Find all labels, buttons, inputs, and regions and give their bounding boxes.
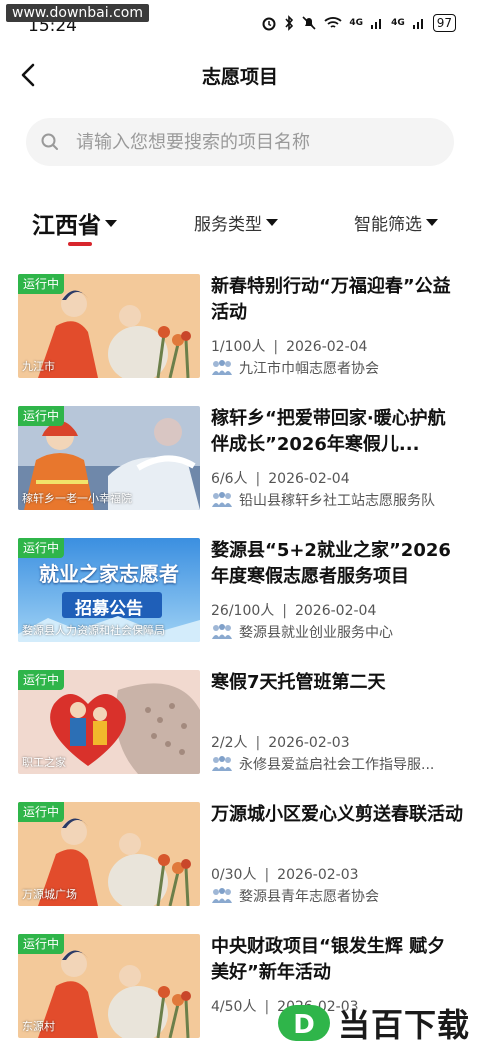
org-name: 婺源县就业创业服务中心 <box>239 625 393 641</box>
participant-count: 4/50人 <box>211 999 257 1015</box>
project-meta: 1/100人 | 2026-02-04 <box>211 339 368 355</box>
project-date: 2026-02-03 <box>268 735 350 751</box>
filter-service-type-label: 服务类型 <box>194 215 262 235</box>
org-name: 铅山县稼轩乡社工站志愿服务队 <box>239 493 435 509</box>
filter-smart-label: 智能筛选 <box>354 215 422 235</box>
project-org: 婺源县青年志愿者协会 <box>211 886 469 906</box>
caret-down-icon <box>266 219 278 226</box>
thumbnail-location: 婺源县人力资源和社会保障局 <box>22 624 165 637</box>
project-org: 永修县爱益启社会工作指导服... <box>211 754 469 774</box>
page-title: 志愿项目 <box>201 66 278 88</box>
participant-count: 2/2人 <box>211 735 248 751</box>
active-filter-underline <box>68 242 92 246</box>
volunteer-group-icon <box>212 756 232 771</box>
project-date: 2026-02-04 <box>268 471 350 487</box>
project-title: 婺源县“5+2就业之家”2026年度寒假志愿者服务项目 <box>211 540 451 587</box>
thumbnail-location: 万源城广场 <box>22 888 77 901</box>
search-bar[interactable] <box>26 118 454 166</box>
project-item[interactable]: 运行中 九江市 新春特别行动“万福迎春”公益活动 1/100人 | 2026-02-… <box>0 274 480 394</box>
project-title: 新春特别行动“万福迎春”公益活动 <box>211 276 451 323</box>
project-date: 2026-02-03 <box>277 867 359 883</box>
volunteer-group-icon <box>212 624 232 639</box>
thumbnail-location: 东源村 <box>22 1020 55 1033</box>
thumbnail-location: 职工之家 <box>22 756 66 769</box>
brand-text: 当百下载 <box>337 1006 470 1044</box>
filter-region[interactable]: 江西省 <box>32 206 117 240</box>
brand-logo-icon: D <box>277 1005 330 1041</box>
participant-count: 6/6人 <box>211 471 248 487</box>
brand-watermark: D 当百下载 <box>276 1000 470 1046</box>
project-title: 寒假7天托管班第二天 <box>211 672 386 693</box>
project-date: 2026-02-04 <box>294 603 377 619</box>
project-title: 万源城小区爱心义剪送春联活动 <box>211 804 463 825</box>
wifi-icon <box>324 17 343 28</box>
filter-service-type[interactable]: 服务类型 <box>194 210 278 235</box>
filter-bar: 江西省 服务类型 智能筛选 <box>0 200 480 250</box>
org-name: 婺源县青年志愿者协会 <box>239 889 379 905</box>
thumbnail-location: 稼轩乡一老一小幸福院 <box>22 492 132 505</box>
battery-indicator: 97 <box>432 14 456 32</box>
status-badge: 运行中 <box>18 274 65 294</box>
org-name: 九江市巾帼志愿者协会 <box>239 361 379 377</box>
signal-icon-2 <box>412 19 423 29</box>
status-badge: 运行中 <box>18 538 65 558</box>
participant-count: 26/100人 <box>211 603 275 619</box>
project-item[interactable]: 运行中 万源城广场 万源城小区爱心义剪送春联活动 0/30人 | 2026-02-0… <box>0 802 480 922</box>
bluetooth-icon <box>285 15 294 31</box>
project-thumbnail: 就业之家志愿者 招募公告 运行中 婺源县人力资源和社会保障局 <box>18 538 200 642</box>
status-badge: 运行中 <box>18 934 65 954</box>
alarm-icon <box>262 17 276 31</box>
participant-count: 0/30人 <box>211 867 257 883</box>
volunteer-group-icon <box>212 360 232 375</box>
filter-smart[interactable]: 智能筛选 <box>354 210 438 235</box>
project-org: 婺源县就业创业服务中心 <box>211 622 469 642</box>
thumbnail-location: 九江市 <box>22 360 55 373</box>
org-name: 永修县爱益启社会工作指导服... <box>239 757 435 773</box>
signal-4g-label-2: 4G <box>391 18 405 28</box>
filter-region-label: 江西省 <box>32 213 101 239</box>
signal-icon <box>371 19 382 29</box>
mute-icon <box>302 16 316 30</box>
status-badge: 运行中 <box>18 670 65 690</box>
status-badge: 运行中 <box>18 802 65 822</box>
project-title: 中央财政项目“银发生辉 赋夕美好”新年活动 <box>211 936 446 983</box>
project-org: 九江市巾帼志愿者协会 <box>211 358 469 378</box>
status-badge: 运行中 <box>18 406 65 426</box>
volunteer-group-icon <box>212 888 232 903</box>
caret-down-icon <box>105 219 117 227</box>
brand-logo-letter: D <box>293 1010 315 1040</box>
poster-subheadline: 招募公告 <box>75 599 143 619</box>
status-bar: 15:24 www.downbai.com 4G 4G 97 <box>0 0 480 46</box>
project-org: 铅山县稼轩乡社工站志愿服务队 <box>211 490 469 510</box>
project-thumbnail: 运行中 东源村 <box>18 934 200 1038</box>
status-icons: 4G 4G 97 <box>261 14 456 32</box>
volunteer-group-icon <box>212 492 232 507</box>
watermark-url: www.downbai.com <box>6 4 149 22</box>
project-thumbnail: 运行中 九江市 <box>18 274 200 378</box>
project-thumbnail: 运行中 万源城广场 <box>18 802 200 906</box>
project-title: 稼轩乡“把爱带回家·暖心护航伴成长”2026年寒假儿... <box>211 408 446 455</box>
project-meta: 0/30人 | 2026-02-03 <box>211 867 359 883</box>
project-date: 2026-02-04 <box>286 339 368 355</box>
project-thumbnail: 运行中 职工之家 <box>18 670 200 774</box>
participant-count: 1/100人 <box>211 339 266 355</box>
project-meta: 6/6人 | 2026-02-04 <box>211 471 350 487</box>
project-meta: 26/100人 | 2026-02-04 <box>211 603 377 619</box>
project-item[interactable]: 就业之家志愿者 招募公告 运行中 婺源县人力资源和社会保障局 婺源县“5+2就业… <box>0 538 480 658</box>
signal-4g-label: 4G <box>349 18 364 28</box>
caret-down-icon <box>426 219 438 226</box>
project-item[interactable]: 运行中 稼轩乡一老一小幸福院 稼轩乡“把爱带回家·暖心护航伴成长”2026年寒假… <box>0 406 480 526</box>
search-input[interactable] <box>76 131 416 153</box>
project-meta: 2/2人 | 2026-02-03 <box>211 735 350 751</box>
project-thumbnail: 运行中 稼轩乡一老一小幸福院 <box>18 406 200 510</box>
search-icon <box>41 133 58 150</box>
nav-bar: 志愿项目 <box>0 52 480 98</box>
poster-headline: 就业之家志愿者 <box>39 562 179 586</box>
project-item[interactable]: 运行中 职工之家 寒假7天托管班第二天 2/2人 | 2026-02-03 永修县爱… <box>0 670 480 790</box>
